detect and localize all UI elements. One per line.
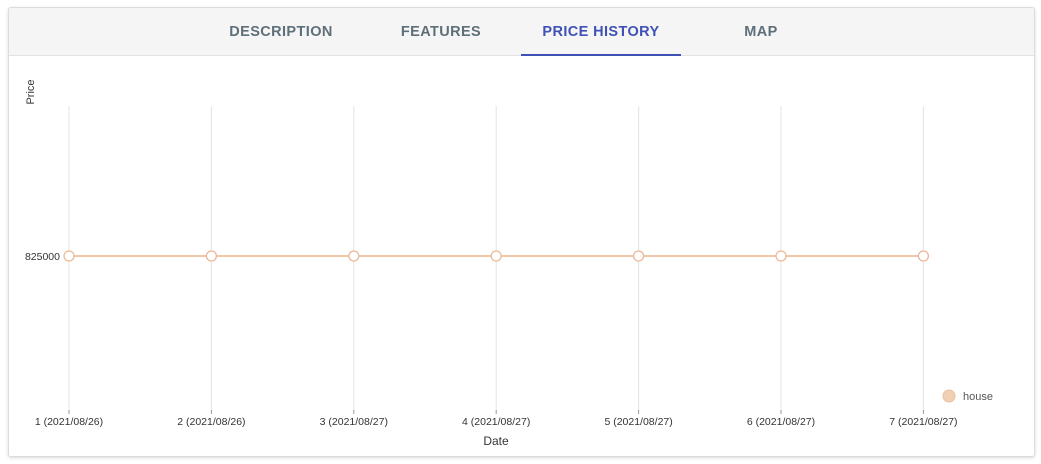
data-point[interactable] [63, 250, 75, 262]
legend-swatch [942, 389, 956, 403]
legend: house [942, 389, 993, 403]
x-tick-label: 3 (2021/08/27) [320, 416, 388, 428]
chart-area: 1 (2021/08/26) 2 (2021/08/26) 3 (2021/08/2… [9, 56, 1034, 456]
data-point[interactable] [348, 250, 360, 262]
x-tick-label: 6 (2021/08/27) [747, 416, 815, 428]
legend-label: house [963, 391, 993, 403]
x-tick-label: 1 (2021/08/26) [35, 416, 103, 428]
price-history-card: DESCRIPTION FEATURES PRICE HISTORY MAP 1… [8, 7, 1035, 457]
data-point[interactable] [775, 250, 787, 262]
x-axis-label: Date [483, 434, 509, 448]
data-point[interactable] [205, 250, 218, 262]
data-point[interactable] [632, 250, 645, 262]
data-point[interactable] [490, 250, 502, 262]
tab-description[interactable]: DESCRIPTION [201, 8, 361, 55]
tab-bar: DESCRIPTION FEATURES PRICE HISTORY MAP [9, 8, 1034, 56]
price-history-chart: 1 (2021/08/26) 2 (2021/08/26) 3 (2021/08/2… [25, 79, 993, 448]
y-axis-label: Price [25, 79, 37, 104]
tab-features[interactable]: FEATURES [361, 8, 521, 55]
y-tick-label: 825000 [25, 251, 60, 263]
tab-price-history[interactable]: PRICE HISTORY [521, 8, 681, 56]
x-tick-label: 4 (2021/08/27) [462, 416, 530, 428]
tab-map[interactable]: MAP [681, 8, 841, 55]
x-tick-label: 5 (2021/08/27) [604, 416, 672, 428]
x-tick-label: 2 (2021/08/26) [177, 416, 245, 428]
data-point[interactable] [917, 250, 930, 262]
x-tick-label: 7 (2021/08/27) [889, 416, 957, 428]
